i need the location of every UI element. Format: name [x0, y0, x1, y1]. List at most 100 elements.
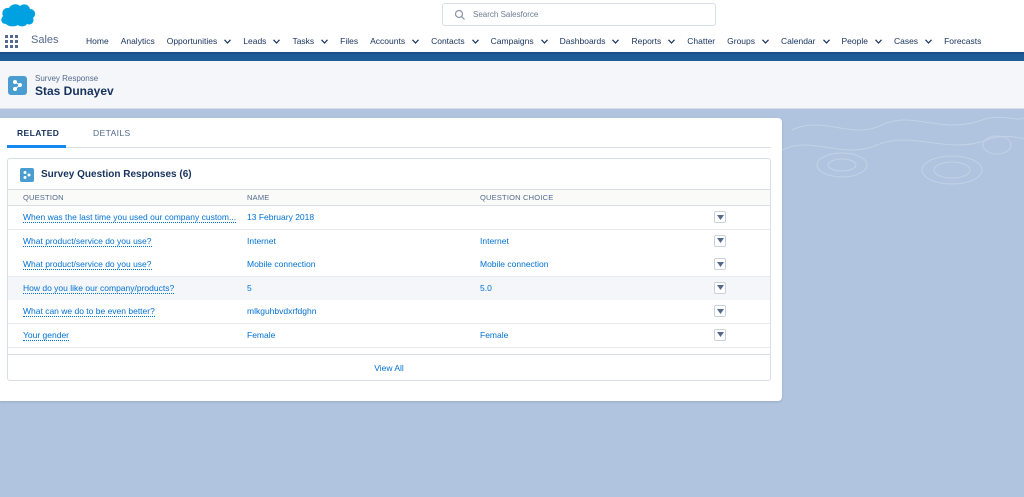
nav-item-label: Calendar: [781, 36, 816, 46]
nav-item-label: Opportunities: [166, 36, 218, 46]
response-name-link[interactable]: 13 February 2018: [247, 212, 314, 222]
brand-band: [0, 52, 1024, 61]
app-nav-bar: Sales Home Analytics Opportunities Leads Tas…: [0, 30, 1024, 52]
row-action-menu-button[interactable]: [714, 328, 726, 341]
nav-item-label: Campaigns: [490, 36, 534, 46]
question-link[interactable]: What can we do to be even better?: [23, 306, 155, 317]
nav-item-label: Tasks: [292, 36, 315, 46]
nav-item-tasks[interactable]: Tasks: [286, 30, 334, 52]
table-row: When was the last time you used our comp…: [8, 206, 770, 230]
response-name-link[interactable]: Mobile connection: [247, 259, 316, 269]
chevron-down-icon[interactable]: [822, 38, 830, 44]
topographic-background-pattern: [782, 116, 1024, 185]
response-name-link[interactable]: 5: [247, 283, 252, 293]
salesforce-cloud-logo[interactable]: [0, 2, 36, 28]
nav-item-contacts[interactable]: Contacts: [425, 30, 485, 52]
chevron-down-icon[interactable]: [412, 38, 420, 44]
caret-down-icon: [716, 308, 724, 314]
nav-items: Home Analytics Opportunities Leads Tasks File…: [80, 30, 987, 52]
survey-question-response-icon: [20, 168, 34, 182]
global-search[interactable]: [442, 3, 716, 26]
nav-item-dashboards[interactable]: Dashboards: [554, 30, 626, 52]
row-action-menu-button[interactable]: [714, 258, 726, 270]
nav-item-reports[interactable]: Reports: [625, 30, 681, 52]
chevron-down-icon[interactable]: [762, 38, 769, 44]
response-name-link[interactable]: Female: [247, 330, 275, 340]
caret-down-icon: [716, 285, 724, 290]
table-row: Your gender Female Female: [8, 323, 770, 348]
nav-item-opportunities[interactable]: Opportunities: [161, 30, 238, 52]
nav-item-calendar[interactable]: Calendar: [775, 30, 836, 52]
chevron-down-icon[interactable]: [612, 38, 620, 44]
nav-item-analytics[interactable]: Analytics: [115, 30, 161, 52]
related-list-title[interactable]: Survey Question Responses (6): [41, 169, 192, 180]
nav-item-leads[interactable]: Leads: [237, 30, 286, 52]
nav-item-home[interactable]: Home: [80, 30, 115, 52]
app-launcher-icon[interactable]: [5, 35, 18, 48]
survey-response-icon: [8, 76, 27, 95]
question-link[interactable]: When was the last time you used our comp…: [23, 212, 237, 223]
chevron-down-icon[interactable]: [925, 38, 933, 44]
question-choice-link[interactable]: Mobile connection: [480, 259, 549, 269]
table-row: How do you like our company/products? 5 5.…: [8, 276, 770, 301]
column-header-name: NAME: [247, 193, 270, 202]
nav-item-people[interactable]: People: [836, 30, 888, 52]
response-name-link[interactable]: mlkguhbvdxrfdghn: [247, 306, 316, 316]
caret-down-icon: [716, 332, 724, 337]
table-row: What product/service do you use? Mobile c…: [8, 253, 770, 277]
question-choice-link[interactable]: 5.0: [480, 283, 492, 293]
record-name: Stas Dunayev: [35, 84, 114, 98]
nav-item-label: Reports: [631, 36, 662, 46]
record-detail-card: RELATED DETAILS Survey Question Response…: [0, 118, 782, 401]
tab-related[interactable]: RELATED: [17, 128, 59, 138]
search-input[interactable]: [473, 7, 703, 22]
nav-item-label: Files: [340, 36, 359, 46]
nav-item-accounts[interactable]: Accounts: [364, 30, 425, 52]
nav-item-label: Home: [86, 36, 109, 46]
nav-item-label: Leads: [243, 36, 267, 46]
tab-details[interactable]: DETAILS: [93, 128, 131, 138]
nav-item-label: Accounts: [370, 36, 406, 46]
question-link[interactable]: How do you like our company/products?: [23, 283, 175, 294]
row-action-menu-button[interactable]: [714, 305, 726, 317]
chevron-down-icon[interactable]: [471, 38, 479, 44]
chevron-down-icon[interactable]: [875, 38, 882, 44]
caret-down-icon: [716, 238, 724, 243]
nav-item-label: Cases: [893, 36, 919, 46]
question-link[interactable]: What product/service do you use?: [23, 236, 152, 247]
nav-item-label: People: [841, 36, 868, 46]
table-row: What can we do to be even better? mlkguhb…: [8, 300, 770, 324]
chevron-down-icon[interactable]: [321, 38, 329, 44]
view-all-link[interactable]: View All: [8, 354, 770, 380]
question-link[interactable]: What product/service do you use?: [23, 259, 152, 270]
table-row: What product/service do you use? Internet…: [8, 229, 770, 254]
row-action-menu-button[interactable]: [714, 211, 726, 223]
nav-item-cases[interactable]: Cases: [888, 30, 938, 52]
question-link[interactable]: Your gender: [23, 330, 70, 341]
nav-item-label: Dashboards: [559, 36, 606, 46]
question-choice-link[interactable]: Internet: [480, 236, 509, 246]
nav-item-forecasts[interactable]: Forecasts: [938, 30, 987, 52]
table-header-row: QUESTION NAME QUESTION CHOICE: [8, 189, 770, 206]
question-choice-link[interactable]: Female: [480, 330, 508, 340]
active-tab-indicator: [7, 145, 66, 148]
nav-item-groups[interactable]: Groups: [721, 30, 775, 52]
record-tabs: RELATED DETAILS: [7, 118, 771, 148]
chevron-down-icon[interactable]: [668, 38, 676, 44]
chevron-down-icon[interactable]: [273, 38, 281, 44]
row-action-menu-button[interactable]: [714, 234, 726, 247]
chevron-down-icon[interactable]: [540, 38, 548, 44]
nav-item-chatter[interactable]: Chatter: [681, 30, 721, 52]
column-header-question: QUESTION: [23, 193, 64, 202]
row-action-menu-button[interactable]: [714, 281, 726, 294]
related-list-card: Survey Question Responses (6) QUESTION N…: [7, 158, 771, 381]
nav-item-files[interactable]: Files: [334, 30, 364, 52]
nav-item-campaigns[interactable]: Campaigns: [485, 30, 554, 52]
nav-item-label: Groups: [727, 36, 755, 46]
app-name: Sales: [31, 34, 59, 46]
response-name-link[interactable]: Internet: [247, 236, 276, 246]
chevron-down-icon[interactable]: [224, 38, 232, 44]
nav-item-label: Contacts: [431, 36, 465, 46]
record-header: Survey Response Stas Dunayev: [0, 61, 1024, 109]
record-type-label: Survey Response: [35, 74, 99, 83]
